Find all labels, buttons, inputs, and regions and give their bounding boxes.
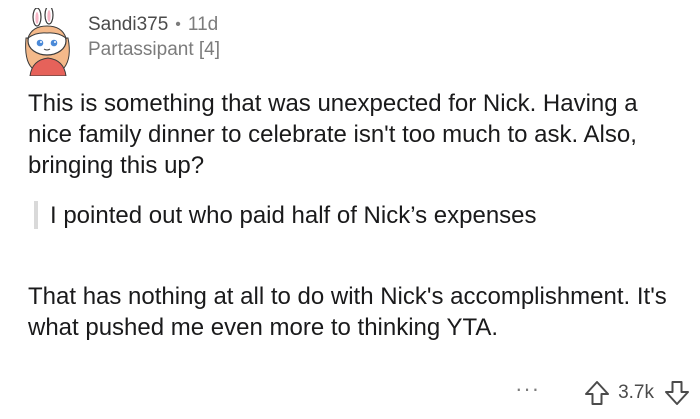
downvote-arrow-icon[interactable]: [664, 379, 690, 407]
quote-text: I pointed out who paid half of Nick’s ex…: [50, 201, 537, 229]
comment-paragraph-1: This is something that was unexpected fo…: [28, 90, 638, 179]
comment-meta: Sandi375 • 11d Partassipant [4]: [88, 13, 220, 63]
blockquote: I pointed out who paid half of Nick’s ex…: [34, 199, 537, 231]
comment: Sandi375 • 11d Partassipant [4] This is …: [0, 0, 700, 419]
comment-age: 11d: [187, 14, 219, 35]
upvote-arrow-icon[interactable]: [584, 379, 610, 407]
avatar[interactable]: [18, 5, 78, 77]
vote-score: 3.7k: [618, 382, 654, 403]
comment-actions: ··· 3.7k: [515, 378, 690, 408]
user-flair: Partassipant [4]: [88, 39, 221, 60]
quote-bar: [34, 201, 38, 229]
separator-dot: •: [175, 16, 181, 33]
more-options-icon[interactable]: ···: [515, 378, 540, 400]
comment-header: Sandi375 • 11d Partassipant [4]: [18, 5, 220, 78]
snoo-avatar-icon: [25, 5, 70, 77]
meta-top-row: Sandi375 • 11d: [88, 13, 220, 37]
comment-paragraph-2: That has nothing at all to do with Nick'…: [28, 283, 667, 341]
username[interactable]: Sandi375: [88, 13, 168, 37]
